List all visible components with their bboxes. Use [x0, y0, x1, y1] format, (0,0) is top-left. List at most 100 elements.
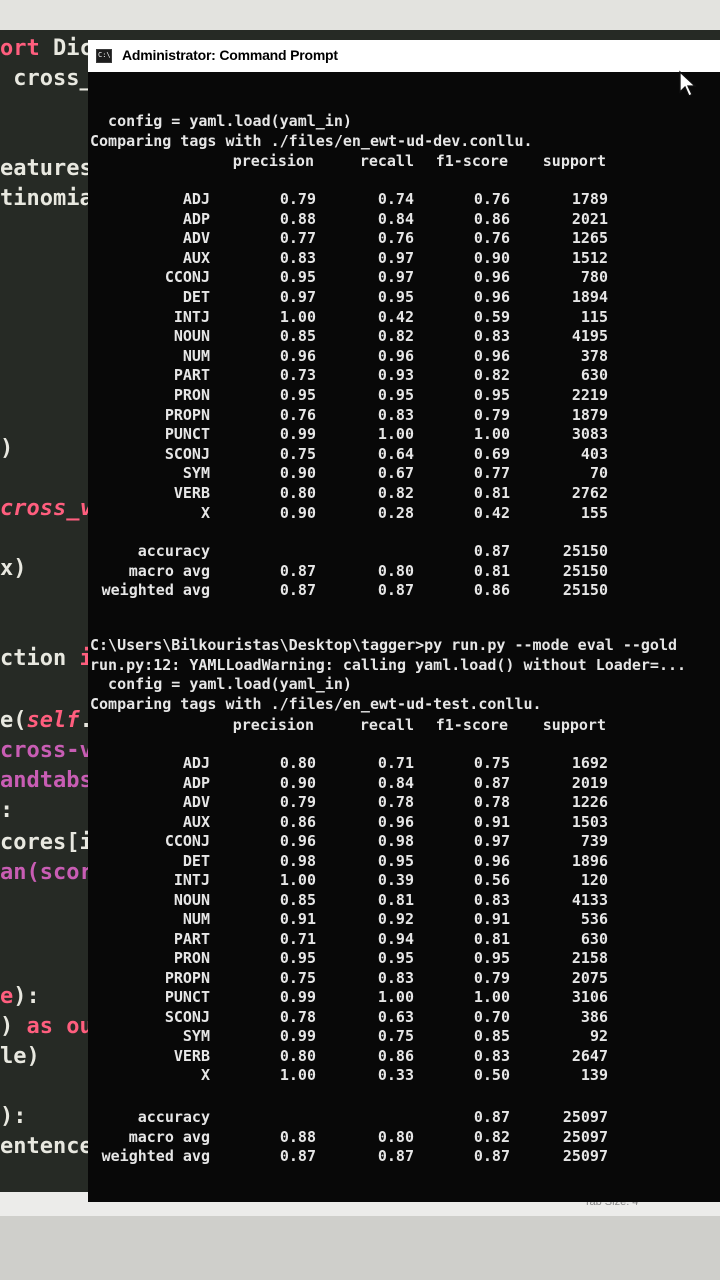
tag-label: SCONJ [164, 444, 210, 463]
summary-value: 0.87 [473, 1108, 510, 1126]
metric-value: 0.99 [279, 425, 316, 444]
metric-value: 139 [580, 1066, 608, 1084]
metric-value: 155 [580, 503, 608, 522]
metric-value: 0.76 [279, 405, 316, 424]
metric-value: 1.00 [377, 988, 414, 1006]
metric-value: 0.67 [377, 464, 414, 483]
metric-value: 2075 [571, 968, 608, 987]
editor-code-line: ) [0, 436, 13, 461]
metric-value: 0.86 [473, 209, 510, 228]
metric-value: 2019 [571, 773, 608, 792]
metric-value: 0.79 [279, 793, 316, 811]
column-header: precision [232, 716, 314, 734]
tag-label: ADV [182, 793, 210, 811]
summary-value: 0.87 [377, 581, 414, 599]
metric-value: 0.75 [279, 444, 316, 463]
metric-value: 0.99 [279, 988, 316, 1006]
tag-label: VERB [173, 484, 210, 502]
metric-value: 0.90 [473, 248, 510, 267]
metric-value: 120 [580, 871, 608, 889]
tag-label: AUX [182, 248, 210, 267]
metric-value: 115 [580, 307, 608, 326]
tag-label: NOUN [173, 327, 210, 346]
metric-value: 0.28 [377, 503, 414, 522]
metric-value: 1503 [571, 812, 608, 831]
metric-value: 0.95 [473, 949, 510, 967]
metric-value: 0.96 [377, 812, 414, 831]
metric-value: 0.92 [377, 910, 414, 928]
metric-value: 1.00 [377, 425, 414, 444]
metric-value: 0.96 [377, 346, 414, 365]
metric-value: 780 [580, 268, 608, 287]
console-output[interactable]: config = yaml.load(yaml_in) Comparing tag… [88, 72, 720, 1202]
tag-label: PUNCT [164, 425, 210, 444]
metric-value: 0.56 [473, 871, 510, 889]
command-prompt-window[interactable]: C:\ Administrator: Command Prompt config… [88, 40, 720, 1202]
cmd-icon[interactable]: C:\ [96, 49, 112, 63]
metric-value: 0.91 [473, 910, 510, 928]
metric-value: 0.83 [377, 405, 414, 424]
editor-code-line: ction i [0, 646, 93, 671]
metric-value: 0.75 [279, 968, 316, 987]
summary-label: macro avg [128, 561, 210, 580]
metric-value: 739 [580, 832, 608, 850]
tag-label: DET [182, 288, 210, 306]
console-line: Comparing tags with ./files/en_ewt-ud-te… [90, 694, 542, 713]
summary-label: macro avg [128, 1127, 210, 1146]
editor-code-line: entence [0, 1134, 93, 1159]
metric-value: 3083 [571, 425, 608, 444]
summary-value: 25150 [562, 561, 608, 580]
metric-value: 2158 [571, 949, 608, 967]
metric-value: 1789 [571, 190, 608, 208]
metric-value: 0.85 [279, 327, 316, 346]
metric-value: 0.95 [279, 949, 316, 967]
editor-top-strip [0, 0, 720, 30]
title-bar[interactable]: C:\ Administrator: Command Prompt [88, 40, 720, 72]
tag-label: PART [173, 366, 210, 385]
metric-value: 0.85 [279, 890, 316, 909]
metric-value: 630 [580, 929, 608, 948]
summary-label: accuracy [137, 542, 210, 560]
editor-code-line: an(scor [0, 860, 93, 885]
code-token: ) [0, 1014, 27, 1039]
summary-value: 25097 [562, 1147, 608, 1165]
metric-value: 0.99 [279, 1027, 316, 1045]
code-token: cross_v [0, 496, 93, 521]
window-title: Administrator: Command Prompt [122, 47, 338, 63]
summary-value: 25150 [562, 542, 608, 560]
metric-value: 0.82 [377, 484, 414, 502]
tag-label: CCONJ [164, 832, 210, 850]
tag-label: X [200, 1066, 210, 1084]
tag-label: X [200, 503, 210, 522]
tag-label: ADJ [182, 754, 210, 772]
metric-value: 1265 [571, 229, 608, 248]
code-token: ort [0, 36, 53, 61]
console-line: config = yaml.load(yaml_in) [90, 112, 352, 130]
metric-value: 0.78 [377, 793, 414, 811]
metric-value: 0.78 [279, 1007, 316, 1026]
metric-value: 0.94 [377, 929, 414, 948]
tag-label: PART [173, 929, 210, 948]
editor-code-line: ): [0, 1104, 27, 1129]
metric-value: 0.95 [279, 268, 316, 287]
tag-label: INTJ [173, 871, 210, 889]
tag-label: SYM [182, 1027, 210, 1045]
tag-label: SYM [182, 464, 210, 483]
code-token: e [0, 984, 14, 1009]
column-header: support [542, 716, 606, 734]
tag-label: NUM [182, 910, 210, 928]
summary-value: 0.87 [279, 561, 316, 580]
code-token: ): [0, 1104, 27, 1129]
metric-value: 0.91 [473, 812, 510, 831]
summary-value: 0.86 [473, 581, 510, 599]
tag-label: NUM [182, 346, 210, 365]
metric-value: 0.63 [377, 1007, 414, 1026]
tag-label: ADP [182, 209, 210, 228]
console-line: Comparing tags with ./files/en_ewt-ud-de… [90, 132, 533, 150]
editor-code-line: e): [0, 984, 40, 1009]
editor-code-line: ) as ou [0, 1014, 93, 1039]
tag-label: NOUN [173, 890, 210, 909]
metric-value: 0.95 [377, 386, 414, 404]
metric-value: 92 [589, 1027, 608, 1045]
summary-value: 0.87 [473, 542, 510, 560]
